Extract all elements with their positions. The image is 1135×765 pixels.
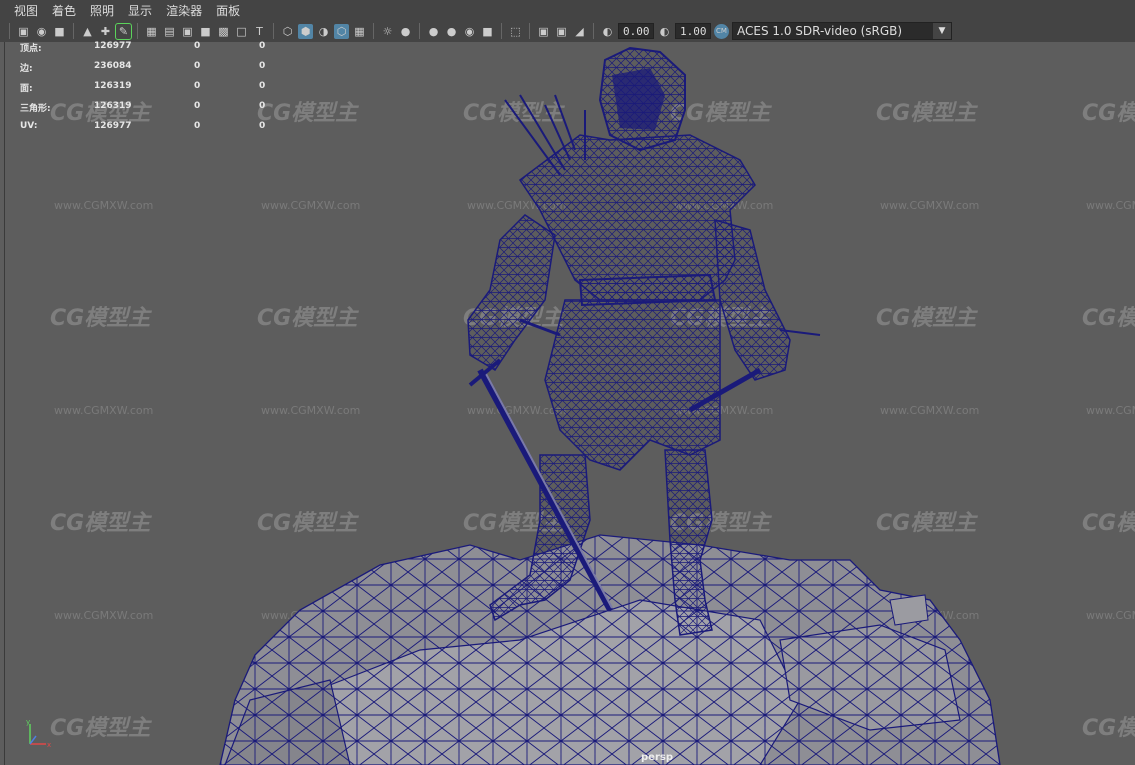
hud-value: 126977: [94, 41, 132, 51]
hud-value: 0: [194, 121, 201, 131]
hud-value: 0: [259, 41, 266, 51]
svg-text:x: x: [47, 741, 51, 749]
svg-text:y: y: [26, 718, 30, 726]
camera-name-label: persp: [641, 752, 673, 763]
hud-value: 0: [259, 101, 266, 111]
hud-value: 0: [194, 41, 201, 51]
hud-label: 边:: [20, 64, 33, 74]
hud-value: 126319: [94, 81, 132, 91]
rock-base: [219, 534, 1001, 765]
hud-label: 三角形:: [20, 104, 51, 114]
hud-label: 顶点:: [20, 44, 42, 54]
hud-row-edges: 边: 236084 0 0: [20, 61, 280, 81]
hud-value: 0: [194, 81, 201, 91]
hud-value: 0: [194, 61, 201, 71]
hud-value: 0: [194, 101, 201, 111]
hud-value: 0: [259, 121, 266, 131]
hud-label: UV:: [20, 121, 38, 131]
axis-gizmo-icon: y x: [26, 718, 51, 749]
hud-value: 126319: [94, 101, 132, 111]
hud-value: 0: [259, 81, 266, 91]
hud-value: 0: [259, 61, 266, 71]
hud-label: 面:: [20, 84, 33, 94]
hud-row-faces: 面: 126319 0 0: [20, 81, 280, 101]
hud-row-vertices: 顶点: 126977 0 0: [20, 41, 280, 61]
hud-row-triangles: 三角形: 126319 0 0: [20, 101, 280, 121]
hud-value: 236084: [94, 61, 132, 71]
hud-row-uvs: UV: 126977 0 0: [20, 121, 280, 141]
hud-value: 126977: [94, 121, 132, 131]
poly-count-hud: 顶点: 126977 0 0 边: 236084 0 0 面: 126319 0…: [20, 41, 280, 141]
